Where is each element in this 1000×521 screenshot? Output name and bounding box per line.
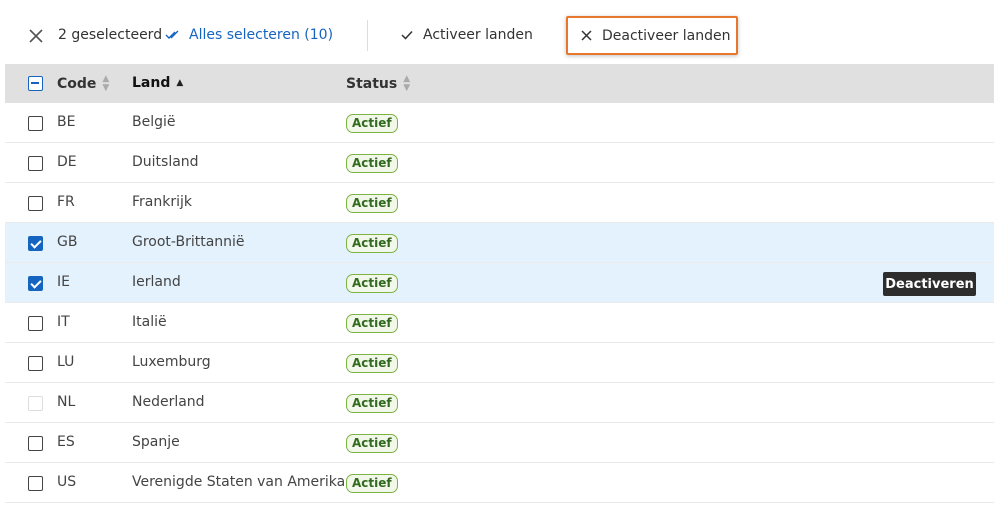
select-all-button[interactable]: Alles selecteren (10) <box>165 25 333 45</box>
deactivate-countries-button[interactable]: Deactiveer landen <box>566 16 738 55</box>
select-all-label: Alles selecteren (10) <box>189 27 334 43</box>
country-code: BE <box>57 114 76 130</box>
table-row[interactable]: ES Spanje Actief <box>5 423 994 463</box>
table-row[interactable]: FR Frankrijk Actief <box>5 183 994 223</box>
row-checkbox-disabled <box>28 396 43 411</box>
column-header-land[interactable]: Land ▲ <box>132 75 183 91</box>
country-code: IE <box>57 274 70 290</box>
table-row[interactable]: IT Italië Actief <box>5 303 994 343</box>
deactivate-countries-label: Deactiveer landen <box>602 27 731 44</box>
country-name: Nederland <box>132 394 205 410</box>
country-name: Groot-Brittannië <box>132 234 245 250</box>
countries-table: Code ▲ ▼ Land ▲ Status ▲ ▼ BE België Actief … <box>5 64 994 503</box>
row-checkbox[interactable] <box>28 116 43 131</box>
check-icon <box>401 30 413 40</box>
row-checkbox[interactable] <box>28 196 43 211</box>
status-badge: Actief <box>346 434 398 453</box>
row-checkbox[interactable] <box>28 436 43 451</box>
table-row[interactable]: NL Nederland Actief <box>5 383 994 423</box>
country-code: NL <box>57 394 76 410</box>
country-code: DE <box>57 154 77 170</box>
status-badge: Actief <box>346 154 398 173</box>
status-badge: Actief <box>346 354 398 373</box>
country-code: LU <box>57 354 75 370</box>
row-checkbox[interactable] <box>28 356 43 371</box>
table-row[interactable]: BE België Actief <box>5 103 994 143</box>
status-badge: Actief <box>346 394 398 413</box>
country-name: Duitsland <box>132 154 199 170</box>
double-check-icon <box>165 30 179 39</box>
clear-selection-button[interactable] <box>28 26 44 46</box>
country-name: Frankrijk <box>132 194 192 210</box>
status-badge: Actief <box>346 474 398 493</box>
column-header-code[interactable]: Code ▲ ▼ <box>57 75 109 93</box>
country-name: Ierland <box>132 274 181 290</box>
selection-toolbar: 2 geselecteerd Alles selecteren (10) Act… <box>0 0 1000 66</box>
row-checkbox[interactable] <box>28 236 43 251</box>
country-name: België <box>132 114 176 130</box>
row-checkbox[interactable] <box>28 156 43 171</box>
close-icon <box>29 29 43 43</box>
country-name: Spanje <box>132 434 180 450</box>
selected-count: 2 geselecteerd <box>58 27 163 43</box>
row-checkbox[interactable] <box>28 276 43 291</box>
activate-countries-button[interactable]: Activeer landen <box>401 25 533 45</box>
close-icon <box>581 30 592 41</box>
table-row[interactable]: IE Ierland Actief <box>5 263 994 303</box>
deactivate-tooltip: Deactiveren <box>883 272 976 296</box>
country-code: ES <box>57 434 75 450</box>
country-code: IT <box>57 314 70 330</box>
status-badge: Actief <box>346 234 398 253</box>
country-name: Italië <box>132 314 167 330</box>
sort-icon: ▲ ▼ <box>102 74 110 93</box>
status-badge: Actief <box>346 194 398 213</box>
table-header: Code ▲ ▼ Land ▲ Status ▲ ▼ <box>5 64 994 103</box>
sort-icon: ▲ ▼ <box>403 74 411 93</box>
country-code: FR <box>57 194 75 210</box>
country-code: GB <box>57 234 78 250</box>
table-row[interactable]: LU Luxemburg Actief <box>5 343 994 383</box>
status-badge: Actief <box>346 114 398 133</box>
table-row[interactable]: GB Groot-Brittannië Actief <box>5 223 994 263</box>
column-header-status[interactable]: Status ▲ ▼ <box>346 75 410 93</box>
activate-countries-label: Activeer landen <box>423 27 533 43</box>
row-checkbox[interactable] <box>28 316 43 331</box>
status-badge: Actief <box>346 274 398 293</box>
status-badge: Actief <box>346 314 398 333</box>
table-row[interactable]: US Verenigde Staten van Amerika Actief <box>5 463 994 503</box>
toolbar-divider <box>367 20 368 51</box>
sort-ascending-icon: ▲ <box>176 77 184 88</box>
country-name: Luxemburg <box>132 354 211 370</box>
table-row[interactable]: DE Duitsland Actief <box>5 143 994 183</box>
country-code: US <box>57 474 77 490</box>
select-all-checkbox[interactable] <box>28 76 43 91</box>
row-checkbox[interactable] <box>28 476 43 491</box>
country-name: Verenigde Staten van Amerika <box>132 474 346 490</box>
